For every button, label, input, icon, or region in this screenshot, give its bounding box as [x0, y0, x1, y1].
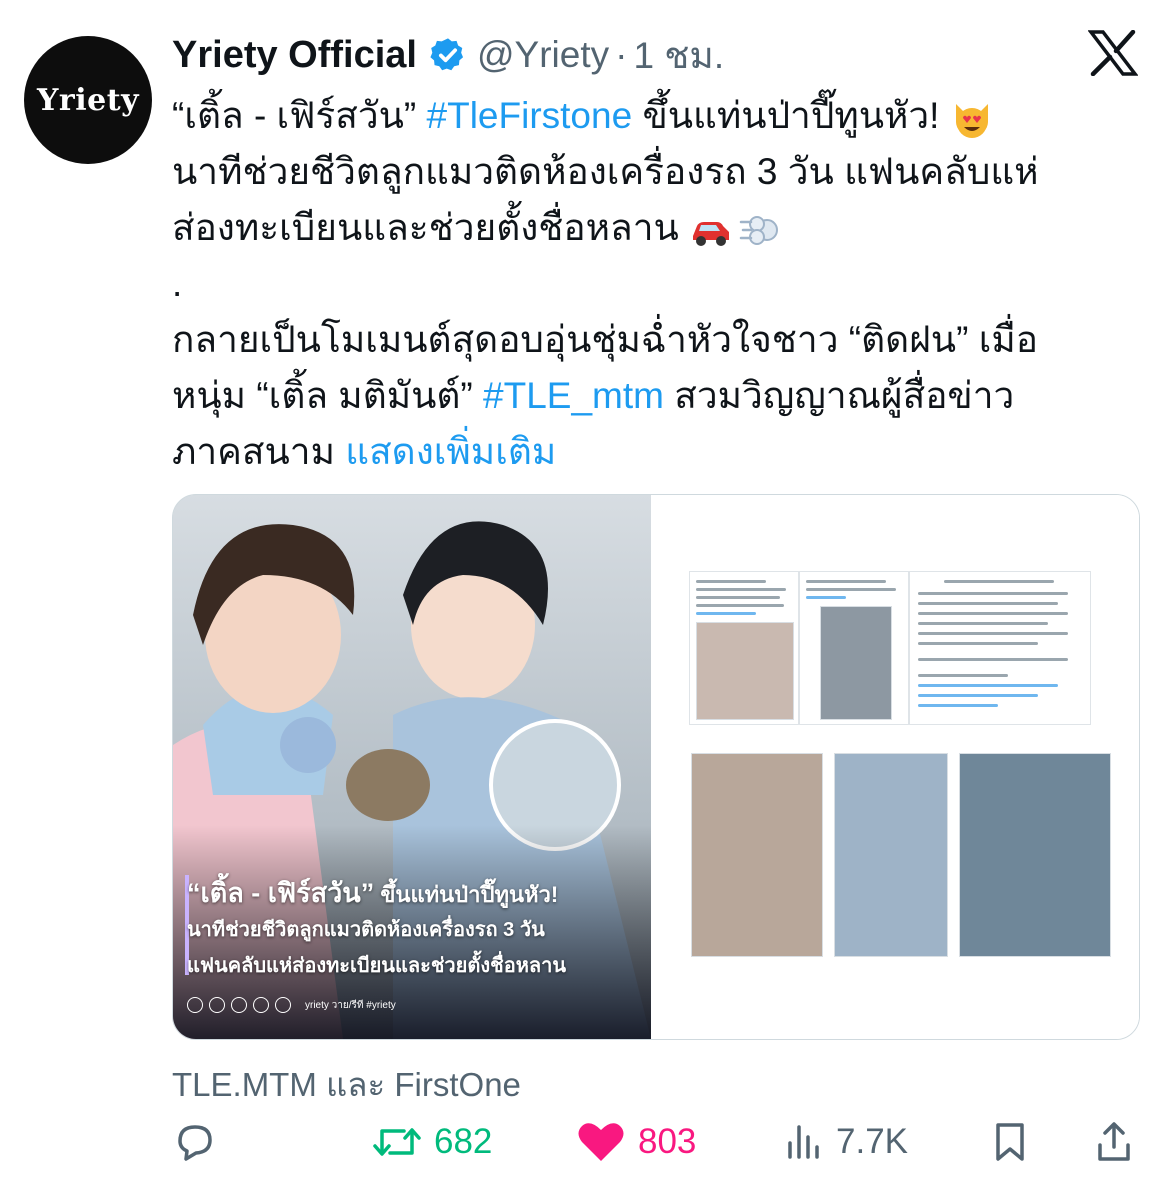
views-icon [788, 1125, 819, 1159]
collage-tweet-card-1 [689, 571, 799, 725]
overlay-title-part: ขึ้นแท่นป่าปี๊ทูนหัว! [374, 882, 559, 907]
text-segment: “เติ้ล - เฟิร์สวัน” [172, 95, 427, 136]
tweet-line-2: นาทีช่วยชีวิตลูกแมวติดห้องเครื่องรถ 3 วั… [172, 151, 1039, 192]
facebook-icon [187, 997, 203, 1013]
author-avatar[interactable]: Yriety [24, 36, 152, 164]
car-icon [693, 222, 730, 247]
overlay-social-row: yriety วาย/รีที #yriety [187, 997, 396, 1013]
verified-badge-icon [430, 38, 464, 71]
header-separator: · [615, 34, 628, 75]
retweet-count: 682 [434, 1122, 493, 1161]
text-segment: ส่องทะเบียนและช่วยตั้งชื่อหลาน [172, 207, 690, 248]
collage-photo-3 [959, 753, 1111, 957]
tweet-media[interactable]: “เติ้ล - เฟิร์สวัน” ขึ้นแท่นป่าปี๊ทูนหัว… [172, 494, 1140, 1040]
overlay-social-text: yriety วาย/รีที #yriety [305, 999, 396, 1011]
hashtag-tle-mtm[interactable]: #TLE_mtm [483, 375, 664, 416]
tweet-line-6: หนุ่ม “เติ้ล มติมันต์” #TLE_mtm สวมวิญญา… [172, 368, 1132, 424]
x-icon [209, 997, 225, 1013]
tiktok-icon [275, 997, 291, 1013]
tweet-line-3: ส่องทะเบียนและช่วยตั้งชื่อหลาน [172, 200, 1132, 256]
overlay-title-part: “เติ้ล - เฟิร์สวัน” [187, 878, 375, 908]
tweet-line-5: กลายเป็นโมเมนต์สุดอบอุ่นชุ่มฉ่ำหัวใจชาว … [172, 319, 1038, 360]
smiling-cat-heart-eyes-icon [955, 104, 988, 139]
reply-icon [178, 1125, 212, 1161]
show-more-link[interactable]: แสดงเพิ่มเติม [345, 431, 556, 472]
tweet-line-7: ภาคสนาม แสดงเพิ่มเติม [172, 424, 1132, 480]
like-count: 803 [638, 1122, 697, 1161]
media-image-main[interactable]: “เติ้ล - เฟิร์สวัน” ขึ้นแท่นป่าปี๊ทูนหัว… [173, 495, 651, 1039]
tweet-line-4: . [172, 263, 183, 304]
views-count: 7.7K [836, 1122, 908, 1161]
retweet-icon [373, 1128, 421, 1156]
share-icon [1098, 1122, 1130, 1161]
hashtag-tlefirstone[interactable]: #TleFirstone [427, 95, 633, 136]
text-segment: ขึ้นแท่นป่าปี๊ทูนหัว! [632, 95, 950, 136]
tweet-action-bar: 682 803 7.7K [172, 1110, 1138, 1174]
media-image-collage[interactable] [651, 495, 1139, 1039]
overlay-line-2: นาทีช่วยชีวิตลูกแมวติดห้องเครื่องรถ 3 วั… [187, 919, 545, 941]
tweet-line-1: “เติ้ล - เฟิร์สวัน” #TleFirstone ขึ้นแท่… [172, 88, 1132, 144]
collage-tweet-card-3 [909, 571, 1091, 725]
like-icon [578, 1123, 624, 1161]
collage-photo-2 [834, 753, 948, 957]
text-segment: ภาคสนาม [172, 431, 346, 472]
reply-button[interactable] [172, 1110, 230, 1174]
tweet-text: “เติ้ล - เฟิร์สวัน” #TleFirstone ขึ้นแท่… [172, 88, 1132, 480]
tweet-timestamp[interactable]: 1 ชม. [633, 26, 724, 85]
share-button[interactable] [1094, 1110, 1134, 1174]
instagram-icon [231, 997, 247, 1013]
author-display-name[interactable]: Yriety Official [172, 34, 417, 77]
collage-photo-1 [691, 753, 823, 957]
tagged-users[interactable]: TLE.MTM และ FirstOne [172, 1058, 521, 1111]
collage-tweet-card-2 [799, 571, 909, 725]
text-segment: หนุ่ม “เติ้ล มติมันต์” [172, 375, 484, 416]
overlay-title: “เติ้ล - เฟิร์สวัน” ขึ้นแท่นป่าปี๊ทูนหัว… [187, 871, 558, 914]
author-handle[interactable]: @Yriety [477, 34, 609, 76]
bookmark-button[interactable] [990, 1110, 1030, 1174]
overlay-line-3: แฟนคลับแห่ส่องทะเบียนและช่วยตั้งชื่อหลาน [187, 955, 567, 977]
avatar-logo-text: Yriety [37, 82, 139, 118]
tweet-header: Yriety Official @Yriety · 1 ชม. [172, 30, 724, 80]
x-logo-icon[interactable] [1088, 30, 1138, 76]
youtube-icon [253, 997, 269, 1013]
text-segment: สวมวิญญาณผู้สื่อข่าว [663, 375, 1015, 416]
bookmark-icon [996, 1123, 1024, 1161]
dash-icon [739, 216, 779, 246]
views-button[interactable]: 7.7K [784, 1110, 908, 1174]
retweet-button[interactable]: 682 [372, 1110, 492, 1174]
like-button[interactable]: 803 [576, 1110, 696, 1174]
